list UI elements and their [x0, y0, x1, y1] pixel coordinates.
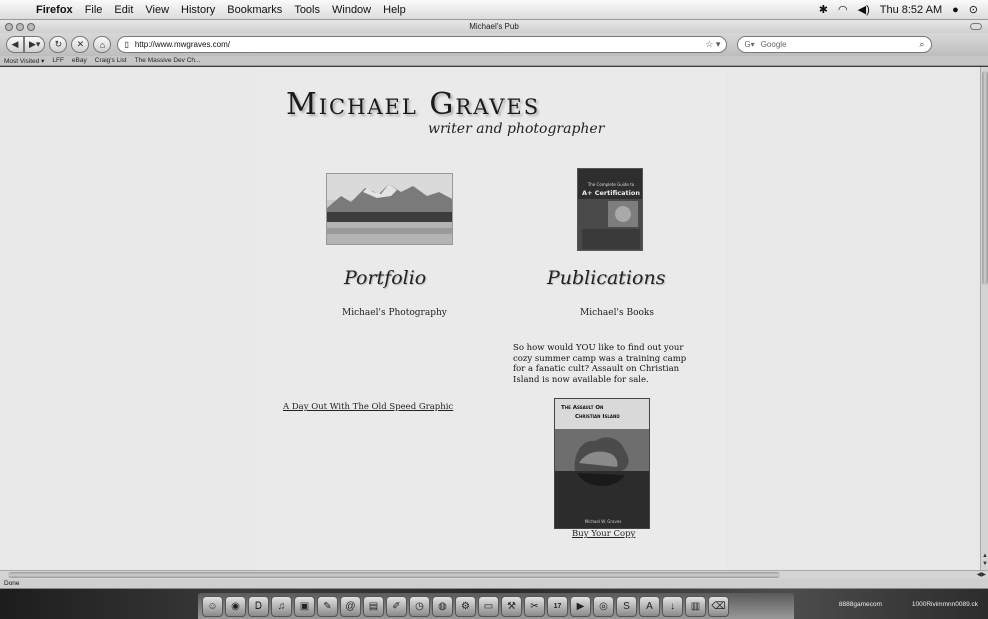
- stop-button[interactable]: ✕: [71, 36, 90, 53]
- site-title: Michael Graves: [286, 87, 541, 122]
- horizontal-scrollbar[interactable]: ◀▶: [0, 570, 988, 579]
- menu-file[interactable]: File: [79, 4, 109, 16]
- menu-bar: Firefox File Edit View History Bookmarks…: [0, 0, 988, 20]
- page-icon: ▯: [124, 40, 129, 49]
- script-editor-icon[interactable]: ✂: [524, 596, 545, 617]
- font-book-icon[interactable]: A: [639, 596, 660, 617]
- bookmark-ebay[interactable]: eBay: [72, 57, 87, 64]
- window-title: Michael's Pub: [469, 22, 519, 31]
- buy-copy-link[interactable]: Buy Your Copy: [572, 529, 635, 539]
- content-column: [256, 67, 726, 570]
- assault-book-cover[interactable]: The Assault On Christian Island Michael …: [554, 398, 650, 529]
- dashboard-icon[interactable]: ◉: [225, 596, 246, 617]
- page-content: Michael Graves writer and photographer T…: [0, 67, 980, 570]
- home-button[interactable]: ⌂: [93, 36, 112, 53]
- forward-button[interactable]: ▶▾: [24, 36, 46, 53]
- ical-icon[interactable]: ◷: [409, 596, 430, 617]
- promo-text: So how would YOU like to find out your c…: [513, 343, 687, 385]
- close-window-button[interactable]: [5, 22, 13, 31]
- publications-heading[interactable]: Publications: [547, 267, 665, 289]
- stack-icon[interactable]: ▥: [685, 596, 706, 617]
- bookmark-massive-dev[interactable]: The Massive Dev Ch...: [135, 57, 201, 64]
- search-box[interactable]: G▾ Google ⌕: [737, 36, 933, 53]
- status-bar: Done: [0, 579, 988, 589]
- user-icon[interactable]: ●: [952, 4, 959, 16]
- mail-icon[interactable]: @: [340, 596, 361, 617]
- url-text[interactable]: http://www.mwgraves.com/: [135, 40, 230, 49]
- menu-view[interactable]: View: [139, 4, 175, 16]
- terminal-icon[interactable]: ▭: [478, 596, 499, 617]
- finder-icon[interactable]: ☺: [202, 596, 223, 617]
- bookmark-lff[interactable]: LFF: [52, 57, 64, 64]
- bookmark-most-visited[interactable]: Most Visited ▾: [4, 57, 44, 65]
- zoom-window-button[interactable]: [27, 22, 35, 31]
- menu-bookmarks[interactable]: Bookmarks: [221, 4, 288, 16]
- desktop-file-label-1[interactable]: 8888gamecom: [839, 601, 882, 608]
- firefox-icon[interactable]: ◍: [432, 596, 453, 617]
- bluetooth-icon[interactable]: ✱: [819, 3, 828, 16]
- search-icon[interactable]: ⌕: [919, 39, 931, 50]
- bookmark-craigslist[interactable]: Craig's List: [95, 57, 127, 64]
- system-prefs-icon[interactable]: ⚙: [455, 596, 476, 617]
- bookmarks-bar: Most Visited ▾ LFF eBay Craig's List The…: [0, 56, 988, 66]
- window-title-bar: Michael's Pub: [0, 20, 988, 33]
- horizontal-scroll-arrows-icon[interactable]: ◀▶: [977, 571, 986, 578]
- assault-cover-title-line2: Christian Island: [575, 414, 620, 420]
- itunes-icon[interactable]: ♫: [271, 596, 292, 617]
- bookmark-star-icon[interactable]: ☆ ▾: [705, 39, 726, 50]
- site-subtitle: writer and photographer: [428, 121, 605, 137]
- desktop-file-label-2[interactable]: 1000Rivimmnn0089.ck: [912, 601, 978, 608]
- desktop-labels: 8888gamecom 1000Rivimmnn0089.ck: [839, 601, 978, 608]
- textedit-icon[interactable]: ✐: [386, 596, 407, 617]
- url-bar[interactable]: ▯ http://www.mwgraves.com/ ☆ ▾: [117, 36, 728, 53]
- back-button[interactable]: ◀: [6, 36, 24, 53]
- dock: ☺ ◉ Ꭰ ♫ ▣ ✎ @ ▤ ✐ ◷ ◍ ⚙ ▭ ⚒ ✂ 17 ▶ ◎ S A…: [0, 589, 988, 619]
- dictionary-icon[interactable]: Ꭰ: [248, 596, 269, 617]
- search-placeholder[interactable]: Google: [761, 40, 787, 49]
- book-cover-aplus[interactable]: The Complete Guide to A+ Certification: [577, 168, 643, 251]
- horizontal-scroll-thumb[interactable]: [8, 572, 780, 578]
- photo-booth-icon[interactable]: ▣: [294, 596, 315, 617]
- day-out-link[interactable]: A Day Out With The Old Speed Graphic: [283, 402, 453, 412]
- spotlight-icon[interactable]: ⊙: [969, 3, 978, 16]
- portfolio-photo[interactable]: [326, 173, 453, 245]
- minimize-window-button[interactable]: [16, 22, 24, 31]
- wifi-icon[interactable]: ◠: [838, 3, 848, 16]
- toolbar-toggle-button[interactable]: [970, 23, 982, 30]
- book-cover-top-text: The Complete Guide to: [587, 182, 635, 187]
- assault-cover-author: Michael W. Graves: [585, 519, 622, 524]
- downloads-icon[interactable]: ↓: [662, 596, 683, 617]
- menu-help[interactable]: Help: [377, 4, 412, 16]
- portfolio-heading[interactable]: Portfolio: [344, 267, 426, 289]
- search-engine-icon[interactable]: G▾: [744, 40, 754, 49]
- preview-icon[interactable]: ✎: [317, 596, 338, 617]
- clock[interactable]: Thu 8:52 AM: [880, 4, 942, 16]
- menu-tools[interactable]: Tools: [288, 4, 326, 16]
- address-book-icon[interactable]: ▤: [363, 596, 384, 617]
- skype-icon[interactable]: S: [616, 596, 637, 617]
- itunes-disc-icon[interactable]: ◎: [593, 596, 614, 617]
- quicktime-icon[interactable]: ▶: [570, 596, 591, 617]
- vertical-scroll-thumb[interactable]: [982, 71, 988, 285]
- utility-icon[interactable]: ⚒: [501, 596, 522, 617]
- volume-icon[interactable]: ◀): [858, 3, 870, 16]
- menu-history[interactable]: History: [175, 4, 221, 16]
- trash-icon[interactable]: ⌫: [708, 596, 729, 617]
- reload-button[interactable]: ↻: [49, 36, 68, 53]
- vertical-scrollbar[interactable]: ▲ ▼: [980, 67, 988, 570]
- assault-cover-title-line1: The Assault On: [561, 405, 603, 411]
- vertical-scroll-arrows-icon[interactable]: ▲ ▼: [981, 552, 988, 570]
- photography-link[interactable]: Michael's Photography: [342, 308, 447, 318]
- dock-shelf: ☺ ◉ Ꭰ ♫ ▣ ✎ @ ▤ ✐ ◷ ◍ ⚙ ▭ ⚒ ✂ 17 ▶ ◎ S A…: [198, 593, 794, 619]
- books-link[interactable]: Michael's Books: [580, 308, 654, 318]
- navigation-toolbar: ◀ ▶▾ ↻ ✕ ⌂ ▯ http://www.mwgraves.com/ ☆ …: [0, 33, 988, 56]
- calendar-icon[interactable]: 17: [547, 596, 568, 617]
- book-cover-main-text: A+ Certification: [582, 189, 640, 197]
- menu-firefox[interactable]: Firefox: [30, 4, 79, 16]
- menu-window[interactable]: Window: [326, 4, 377, 16]
- menu-edit[interactable]: Edit: [108, 4, 139, 16]
